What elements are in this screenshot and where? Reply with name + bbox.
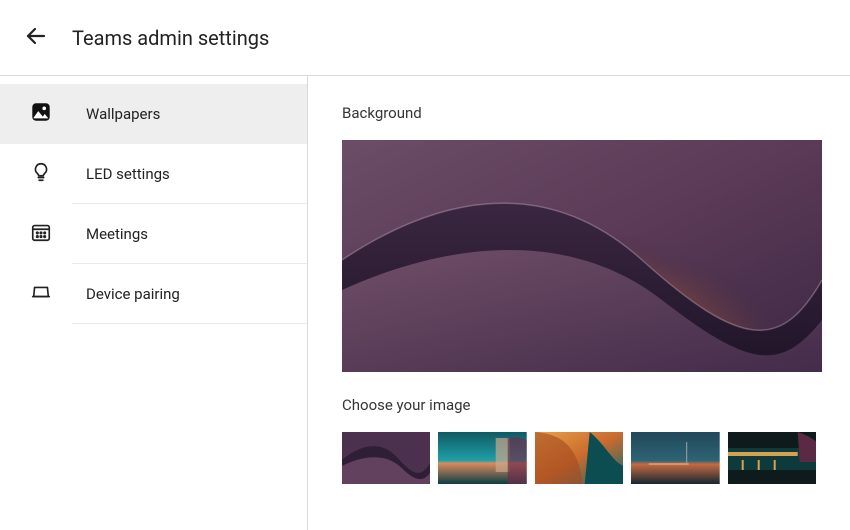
sidebar-item-label: LED settings	[86, 165, 170, 183]
sidebar-item-label: Device pairing	[86, 285, 180, 303]
thumbnail-horizon-dark[interactable]	[631, 432, 719, 484]
back-icon[interactable]	[24, 24, 48, 52]
calendar-icon	[30, 221, 52, 247]
main: Wallpapers LED settings	[0, 76, 850, 530]
thumbnail-wave-purple[interactable]	[342, 432, 430, 484]
background-preview	[342, 140, 822, 372]
sidebar-item-label: Meetings	[86, 225, 148, 243]
sidebar-item-pairing[interactable]: Device pairing	[0, 264, 307, 324]
thumbnail-horizon-teal[interactable]	[438, 432, 526, 484]
device-icon	[30, 281, 52, 307]
sidebar-item-label: Wallpapers	[86, 105, 160, 123]
topbar: Teams admin settings	[0, 0, 850, 76]
content: Background	[308, 76, 850, 530]
sidebar-item-wallpapers[interactable]: Wallpapers	[0, 84, 307, 144]
background-label: Background	[342, 104, 816, 122]
page-title: Teams admin settings	[72, 26, 269, 50]
sidebar-item-led[interactable]: LED settings	[0, 144, 307, 204]
thumbnail-pool-night[interactable]	[728, 432, 816, 484]
thumbnail-wave-orange[interactable]	[535, 432, 623, 484]
image-icon	[30, 101, 52, 127]
sidebar-item-meetings[interactable]: Meetings	[0, 204, 307, 264]
sidebar: Wallpapers LED settings	[0, 76, 308, 530]
chooser-label: Choose your image	[342, 396, 816, 414]
thumbnail-row	[342, 432, 816, 484]
bulb-icon	[30, 161, 52, 187]
